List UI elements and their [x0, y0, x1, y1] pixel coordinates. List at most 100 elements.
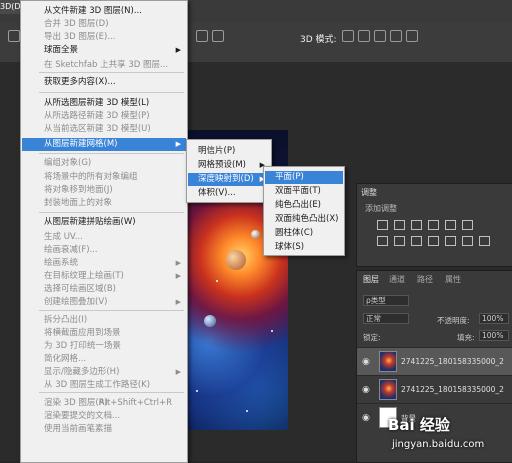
menu-item-label: 封装地面上的对象 [44, 198, 113, 208]
menu-item-label: 为 3D 打印统一场景 [44, 341, 121, 351]
menu-item[interactable]: 在目标纹理上绘画(T) ▶ [22, 270, 186, 283]
submenu-item[interactable]: 深度映射到(D)▶ [188, 173, 270, 186]
menu-item[interactable]: 导出 3D 图层(E)... [22, 31, 186, 44]
menu-item[interactable]: 创建绘图叠加(V) ▶ [22, 296, 186, 309]
hue-icon[interactable] [462, 220, 473, 230]
submenu-item[interactable]: 体积(V)... [188, 187, 270, 200]
exposure-icon[interactable] [428, 220, 439, 230]
menu-item[interactable]: 从所选图层新建 3D 模型(L) [22, 97, 186, 110]
adjustments-panel: 调整 添加调整 [356, 183, 512, 267]
scale-icon[interactable] [406, 30, 418, 42]
visibility-eye-icon[interactable]: ◉ [362, 357, 370, 367]
adjustments-subtitle: 添加调整 [365, 204, 397, 213]
menu-item[interactable]: 从图层新建网格(M) ▶ [22, 138, 186, 151]
pan-icon[interactable] [374, 30, 386, 42]
menu-item-label: 显示/隐藏多边形(H) [44, 367, 120, 377]
menu-item[interactable]: 从文件新建 3D 图层(N)... [22, 5, 186, 18]
slide-icon[interactable] [390, 30, 402, 42]
menu-item[interactable]: 从图层新建拼贴绘画(W) [22, 216, 186, 229]
invert-icon[interactable] [462, 236, 473, 246]
submenu-item[interactable]: 圆柱体(C) [265, 227, 343, 240]
menu-item[interactable]: 使用当前画笔素描 [22, 423, 186, 436]
menu-item[interactable]: 绘画系统 ▶ [22, 257, 186, 270]
layer-filter-kind[interactable]: ρ类型 [363, 295, 409, 306]
menu-item[interactable]: 编组对象(G) [22, 157, 186, 170]
menu-item[interactable]: 为 3D 打印统一场景 [22, 340, 186, 353]
menu-item[interactable]: 在 Sketchfab 上共享 3D 图层... [22, 59, 186, 72]
submenu-item[interactable]: 双面平面(T) [265, 185, 343, 198]
submenu-arrow-icon: ▶ [175, 46, 181, 54]
tab-layers[interactable]: 图层 [363, 274, 379, 285]
submenu-item-label: 球体(S) [275, 242, 305, 252]
menu-item-label: 绘画衰减(F)... [44, 245, 98, 255]
menu-item[interactable]: 将横截面应用到场景 [22, 327, 186, 340]
submenu-item[interactable]: 网格预设(M) ▶ [188, 159, 270, 172]
submenu-item-label: 双面平面(T) [275, 186, 321, 196]
menu-item[interactable]: 拆分凸出(I) [22, 314, 186, 327]
curves-icon[interactable] [411, 220, 422, 230]
menu-item[interactable]: 将对象移到地面(J) [22, 184, 186, 197]
menu-item[interactable]: 选择可绘画区域(B) [22, 283, 186, 296]
submenu-item[interactable]: 明信片(P) [188, 145, 270, 158]
menu-item[interactable]: 渲染 3D 图层(R) Alt+Shift+Ctrl+R [22, 397, 186, 410]
opacity-field[interactable]: 100% [479, 313, 509, 324]
layer-row[interactable]: ◉ 2741225_180158335000_2 [357, 375, 512, 404]
channel-mixer-icon[interactable] [428, 236, 439, 246]
menu-item-label: 导出 3D 图层(E)... [44, 32, 116, 42]
visibility-eye-icon[interactable]: ◉ [362, 385, 370, 395]
brightness-icon[interactable] [377, 220, 388, 230]
menu-item-label: 从文件新建 3D 图层(N)... [44, 6, 142, 16]
menu-item[interactable]: 球面全景 ▶ [22, 44, 186, 57]
roll-icon[interactable] [358, 30, 370, 42]
vibrance-icon[interactable] [445, 220, 456, 230]
fill-field[interactable]: 100% [479, 330, 509, 341]
menu-item[interactable]: 显示/隐藏多边形(H) ▶ [22, 366, 186, 379]
photo-filter-icon[interactable] [411, 236, 422, 246]
menu-item-label: 将对象移到地面(J) [44, 185, 113, 195]
bw-icon[interactable] [394, 236, 405, 246]
menu-item[interactable]: 获取更多内容(X)... [22, 76, 186, 89]
watermark-brand: Bai 经验 [388, 416, 450, 434]
menu-item[interactable]: 绘画衰减(F)... [22, 244, 186, 257]
menu-3d-title[interactable]: 3D(D) [0, 0, 24, 14]
menu-item[interactable]: 从 3D 图层生成工作路径(K) [22, 379, 186, 392]
submenu-item-label: 网格预设(M) [198, 160, 246, 170]
submenu-item[interactable]: 双面纯色凸出(X) [265, 213, 343, 226]
layer-thumbnail [379, 351, 397, 372]
visibility-eye-icon[interactable]: ◉ [362, 413, 370, 423]
distribute-icon-2[interactable] [212, 30, 224, 42]
posterize-icon[interactable] [479, 236, 490, 246]
menu-item[interactable]: 合并 3D 图层(D) [22, 18, 186, 31]
menu-item-label: 渲染要提交的文档... [44, 411, 121, 421]
color-balance-icon[interactable] [377, 236, 388, 246]
planet [251, 230, 260, 239]
menu-item[interactable]: 渲染要提交的文档... [22, 410, 186, 423]
menu-item[interactable]: 从当前选区新建 3D 模型(U) [22, 123, 186, 136]
lookup-icon[interactable] [445, 236, 456, 246]
submenu-item[interactable]: 平面(P) [265, 171, 343, 184]
menu-item[interactable]: 从所选路径新建 3D 模型(P) [22, 110, 186, 123]
menu-item-label: 选择可绘画区域(B) [44, 284, 116, 294]
layer-name: 2741225_180158335000_2 [401, 357, 504, 366]
tab-channels[interactable]: 通道 [389, 274, 405, 285]
distribute-icon[interactable] [196, 30, 208, 42]
blend-mode-select[interactable]: 正常 [363, 313, 409, 324]
submenu-item[interactable]: 球体(S) [265, 241, 343, 254]
tab-properties[interactable]: 属性 [445, 274, 461, 285]
submenu-item-label: 体积(V)... [198, 188, 236, 198]
menu-item[interactable]: 封装地面上的对象 [22, 197, 186, 210]
adjustments-tab[interactable]: 调整 [361, 187, 377, 198]
tab-paths[interactable]: 路径 [417, 274, 433, 285]
layer-row[interactable]: ◉ 2741225_180158335000_2 [357, 347, 512, 376]
menu-item[interactable]: 生成 UV... [22, 231, 186, 244]
levels-icon[interactable] [394, 220, 405, 230]
menu-item[interactable]: 将场景中的所有对象编组 [22, 171, 186, 184]
orbit-icon[interactable] [342, 30, 354, 42]
menu-item-label: 球面全景 [44, 45, 79, 55]
menu-separator [39, 72, 184, 73]
menu-separator [39, 392, 184, 393]
submenu-item[interactable]: 纯色凸出(E) [265, 199, 343, 212]
menu-item[interactable]: 简化网格... [22, 353, 186, 366]
tool-icon[interactable] [8, 30, 20, 42]
menu-item-label: 合并 3D 图层(D) [44, 19, 109, 29]
